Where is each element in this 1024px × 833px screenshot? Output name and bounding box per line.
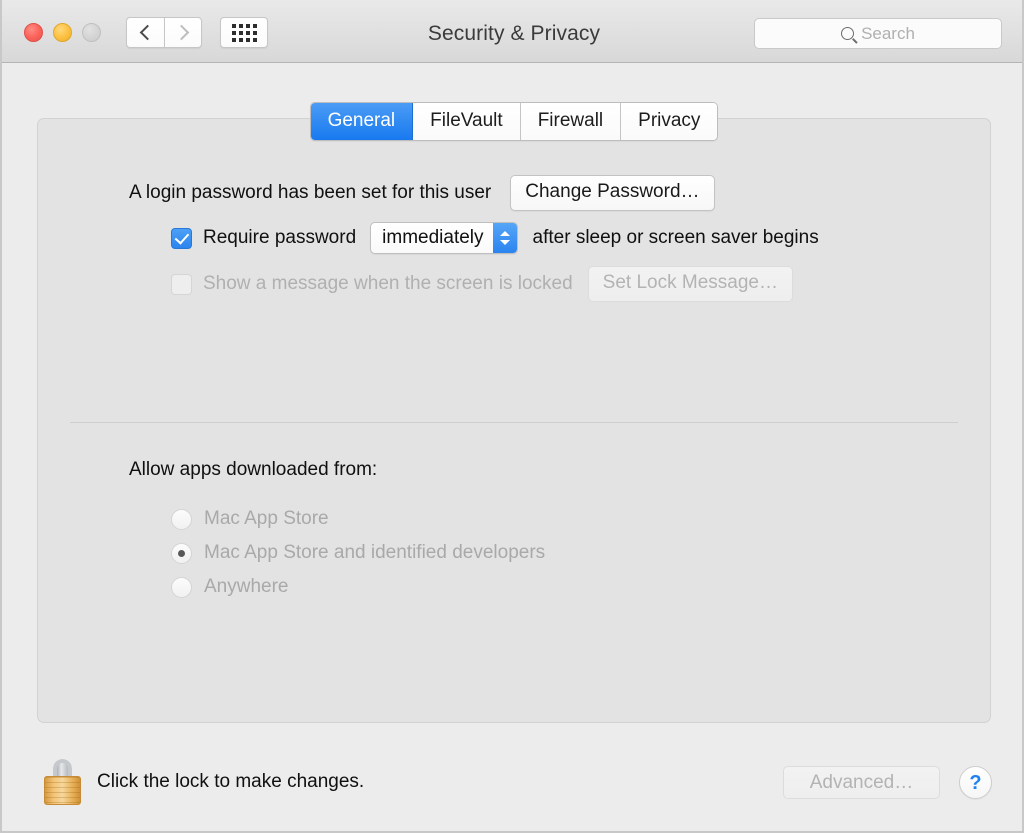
security-privacy-window: Security & Privacy Search General FileVa… bbox=[0, 0, 1024, 833]
lock-message-row: Show a message when the screen is locked… bbox=[171, 266, 793, 302]
lock-hint-text: Click the lock to make changes. bbox=[97, 771, 365, 792]
help-button[interactable]: ? bbox=[959, 766, 992, 799]
search-icon bbox=[841, 27, 855, 40]
require-password-checkbox[interactable] bbox=[171, 227, 192, 249]
radio-label-mac-app-store: Mac App Store bbox=[204, 508, 329, 529]
radio-label-anywhere: Anywhere bbox=[204, 576, 289, 597]
search-input[interactable]: Search bbox=[754, 18, 1002, 49]
question-mark-icon: ? bbox=[969, 771, 982, 794]
require-password-delay-select[interactable]: immediately bbox=[370, 222, 518, 254]
require-password-delay-value: immediately bbox=[382, 227, 484, 248]
chevron-up-icon bbox=[499, 231, 510, 236]
change-password-button[interactable]: Change Password… bbox=[510, 175, 715, 211]
login-password-row: A login password has been set for this u… bbox=[129, 175, 715, 211]
radio-label-identified-developers: Mac App Store and identified developers bbox=[204, 542, 546, 563]
padlock-closed-icon[interactable] bbox=[44, 759, 81, 805]
radio-row-mac-app-store[interactable]: Mac App Store bbox=[171, 502, 545, 536]
set-lock-message-button[interactable]: Set Lock Message… bbox=[587, 266, 793, 302]
allow-apps-radio-group: Mac App Store Mac App Store and identifi… bbox=[171, 502, 545, 604]
radio-mac-app-store[interactable] bbox=[171, 508, 192, 530]
show-lock-message-checkbox[interactable] bbox=[171, 273, 192, 295]
radio-row-anywhere[interactable]: Anywhere bbox=[171, 570, 545, 604]
window-titlebar: Security & Privacy Search bbox=[2, 0, 1022, 63]
require-password-suffix: after sleep or screen saver begins bbox=[532, 227, 819, 248]
show-lock-message-label: Show a message when the screen is locked bbox=[203, 273, 573, 294]
stepper-arrows-icon[interactable] bbox=[492, 223, 517, 253]
advanced-button[interactable]: Advanced… bbox=[783, 766, 940, 799]
chevron-down-icon bbox=[499, 240, 510, 245]
allow-apps-heading: Allow apps downloaded from: bbox=[129, 459, 378, 480]
general-pane: A login password has been set for this u… bbox=[37, 118, 991, 723]
tab-firewall[interactable]: Firewall bbox=[520, 103, 622, 140]
radio-identified-developers[interactable] bbox=[171, 542, 192, 564]
require-password-label: Require password bbox=[203, 227, 357, 248]
tab-privacy[interactable]: Privacy bbox=[621, 103, 718, 140]
tab-strip: General FileVault Firewall Privacy bbox=[309, 102, 719, 141]
radio-anywhere[interactable] bbox=[171, 576, 192, 598]
login-password-label: A login password has been set for this u… bbox=[129, 182, 492, 203]
search-placeholder: Search bbox=[861, 23, 915, 43]
require-password-row: Require password immediately after sleep… bbox=[171, 222, 819, 254]
tab-bar: General FileVault Firewall Privacy bbox=[2, 102, 1022, 141]
tab-filevault[interactable]: FileVault bbox=[413, 103, 521, 140]
radio-row-identified-developers[interactable]: Mac App Store and identified developers bbox=[171, 536, 545, 570]
section-divider bbox=[70, 422, 958, 423]
tab-general[interactable]: General bbox=[310, 103, 414, 140]
